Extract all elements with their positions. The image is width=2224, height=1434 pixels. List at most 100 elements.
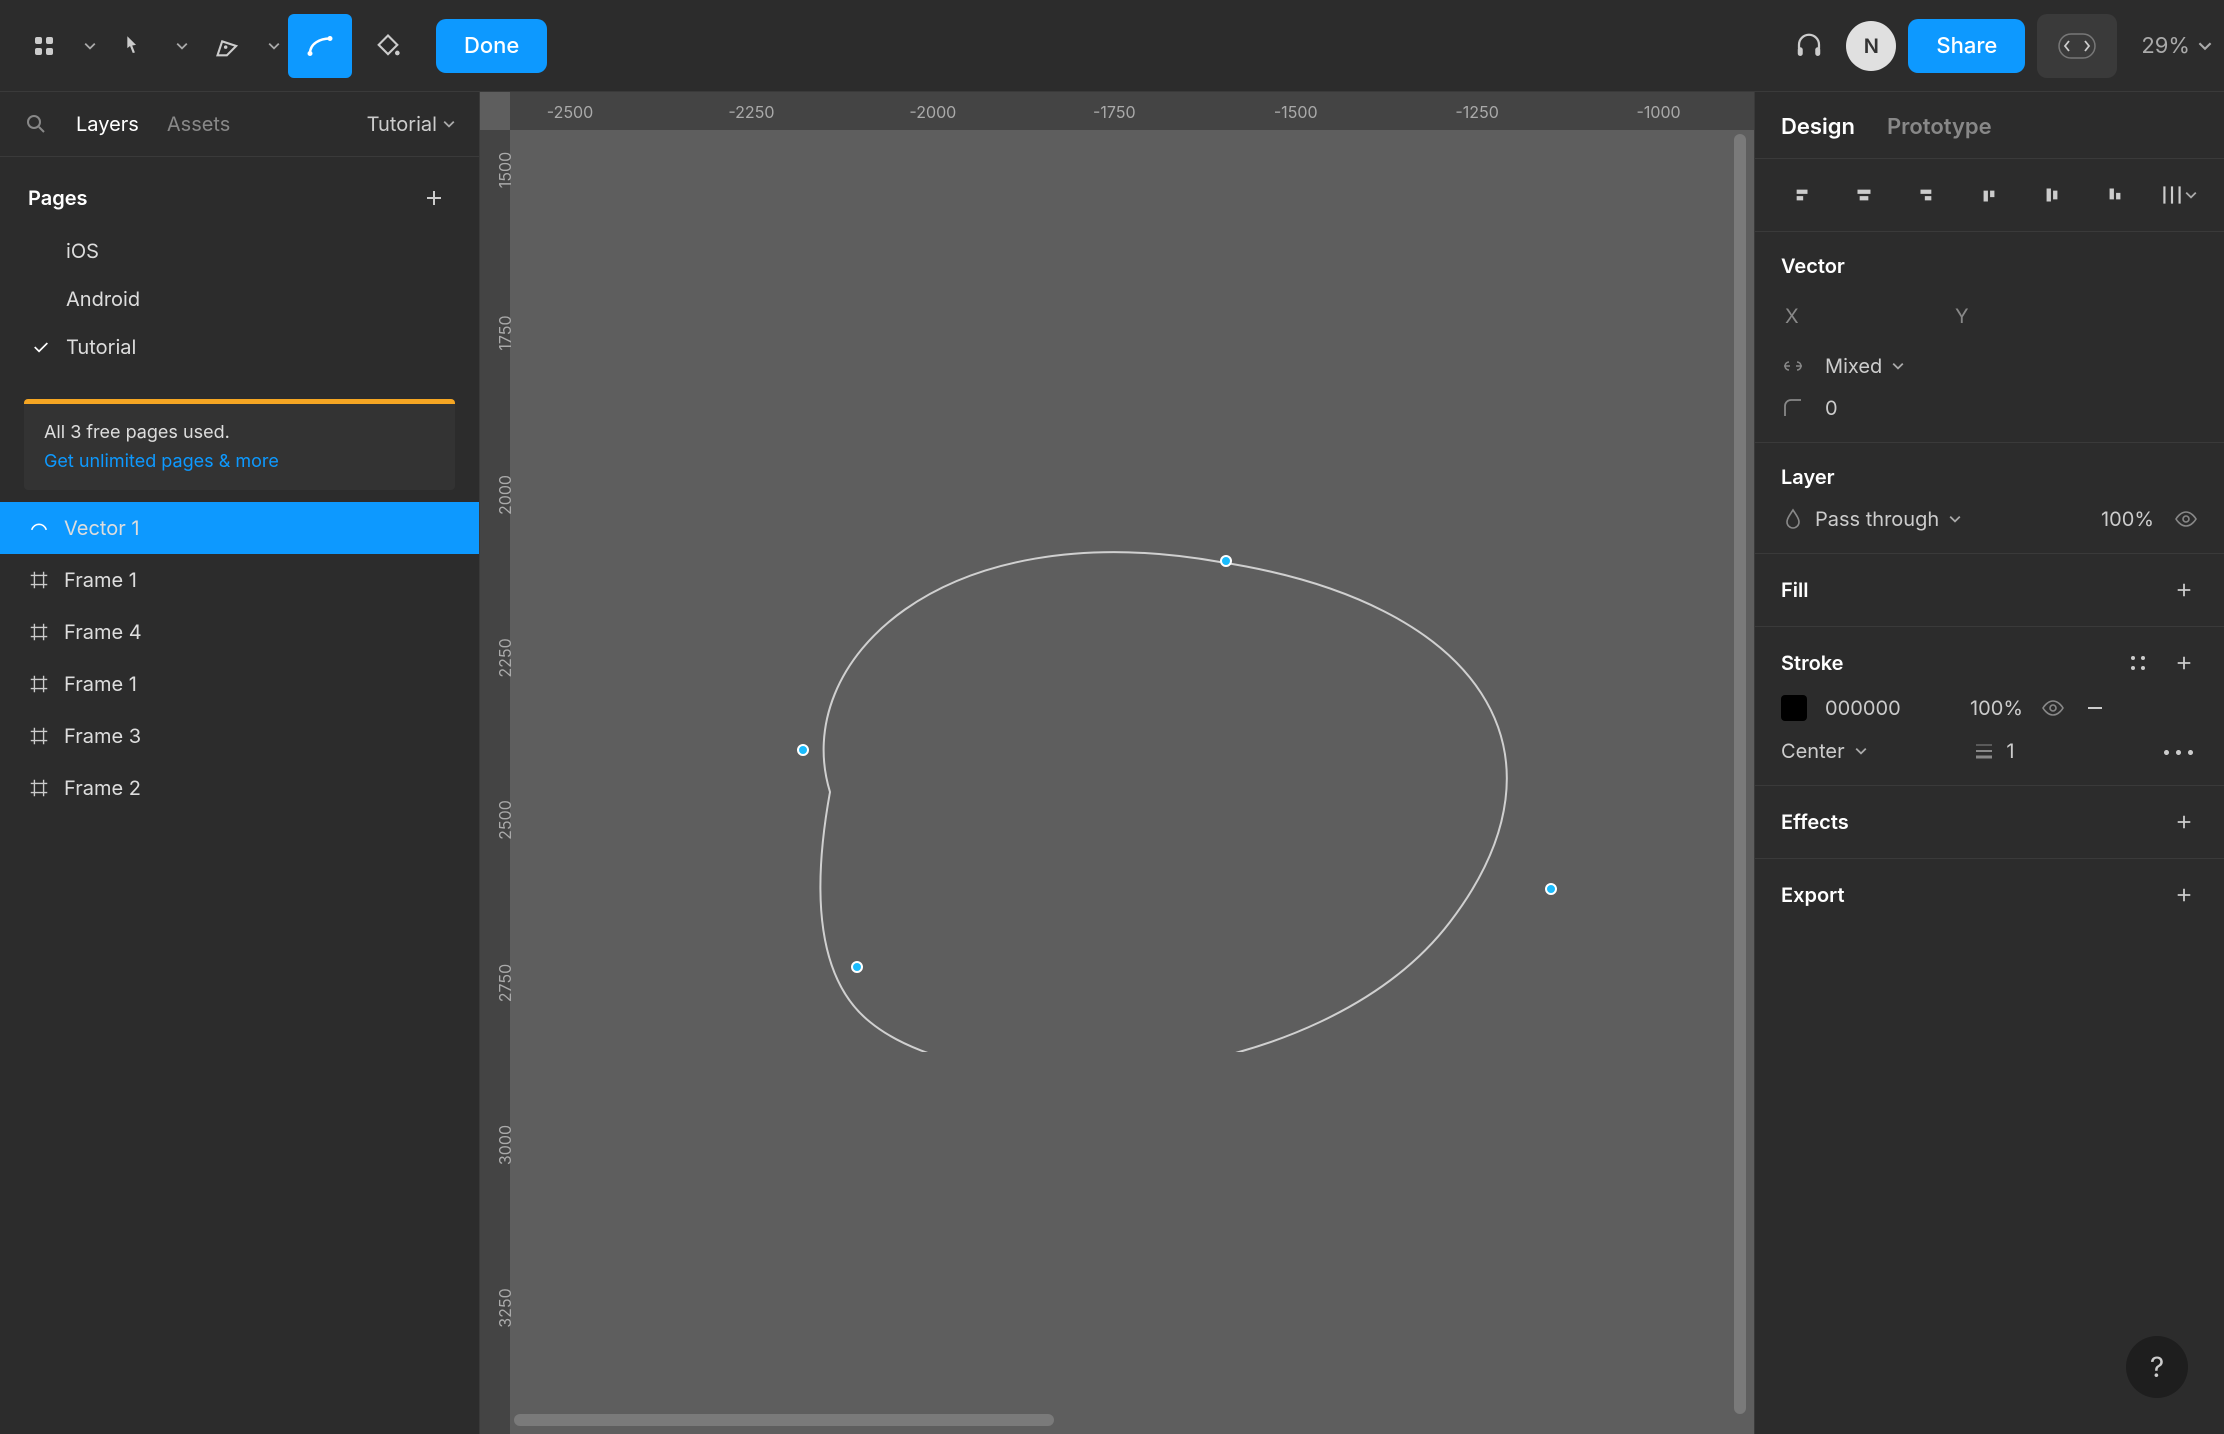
align-bottom-button[interactable] <box>2089 173 2141 217</box>
stroke-align-dropdown[interactable]: Center <box>1781 739 1867 763</box>
blend-mode-dropdown[interactable]: Pass through <box>1781 507 1961 531</box>
pen-icon <box>214 32 242 60</box>
stroke-color-swatch[interactable] <box>1781 695 1807 721</box>
dev-mode-toggle[interactable] <box>2037 14 2117 78</box>
chevron-down-icon <box>1855 745 1867 757</box>
layers-tab[interactable]: Layers <box>76 112 139 136</box>
zoom-value: 29% <box>2141 33 2190 59</box>
prototype-tab[interactable]: Prototype <box>1887 114 1992 158</box>
fill-section-title: Fill <box>1781 578 1808 602</box>
y-input[interactable] <box>1987 304 2097 328</box>
bend-tool[interactable] <box>288 14 352 78</box>
page-item[interactable]: Android <box>0 275 479 323</box>
user-avatar[interactable]: N <box>1846 21 1896 71</box>
align-bottom-icon <box>2102 182 2128 208</box>
file-name-label: Tutorial <box>367 112 437 136</box>
plus-icon <box>424 188 444 208</box>
layer-name: Frame 3 <box>64 724 141 748</box>
ruler-tick: -2000 <box>909 102 956 122</box>
layer-item[interactable]: Vector 1 <box>0 502 479 554</box>
done-button[interactable]: Done <box>436 19 547 73</box>
move-tool[interactable] <box>104 14 168 78</box>
effects-section-title: Effects <box>1781 810 1849 834</box>
stroke-weight-input[interactable] <box>2006 739 2056 763</box>
page-item[interactable]: Tutorial <box>0 323 479 371</box>
style-icon[interactable] <box>2126 651 2150 675</box>
vertical-scrollbar[interactable] <box>1734 134 1746 1414</box>
corner-radius-input[interactable] <box>1825 396 1935 420</box>
ruler-tick: -2500 <box>547 102 594 122</box>
align-hcenter-button[interactable] <box>1838 173 1890 217</box>
align-right-icon <box>1914 182 1940 208</box>
x-input[interactable] <box>1817 304 1927 328</box>
frame-icon <box>28 569 50 591</box>
align-left-icon <box>1788 182 1814 208</box>
layer-opacity-input[interactable] <box>2074 507 2154 531</box>
align-right-button[interactable] <box>1901 173 1953 217</box>
add-fill-button[interactable] <box>2170 576 2198 604</box>
tidy-up-button[interactable] <box>2152 173 2204 217</box>
eye-icon[interactable] <box>2174 507 2198 531</box>
layer-item[interactable]: Frame 1 <box>0 658 479 710</box>
voice-button[interactable] <box>1784 21 1834 71</box>
add-stroke-button[interactable] <box>2170 649 2198 677</box>
eye-icon[interactable] <box>2041 696 2065 720</box>
ruler-tick: -2250 <box>728 102 774 122</box>
assets-tab[interactable]: Assets <box>167 112 230 136</box>
vector-node[interactable] <box>797 744 809 756</box>
align-top-button[interactable] <box>1963 173 2015 217</box>
vector-node[interactable] <box>1545 883 1557 895</box>
droplet-icon <box>1781 507 1805 531</box>
main-menu-chevron[interactable] <box>80 14 100 78</box>
layer-item[interactable]: Frame 2 <box>0 762 479 814</box>
stroke-advanced-button[interactable]: ••• <box>2162 741 2198 761</box>
upgrade-text: All 3 free pages used. <box>44 422 435 443</box>
ruler-tick: 2000 <box>495 475 515 515</box>
add-export-button[interactable] <box>2170 881 2198 909</box>
ruler-tick: -1000 <box>1636 102 1680 122</box>
layer-item[interactable]: Frame 3 <box>0 710 479 762</box>
paint-bucket-tool[interactable] <box>356 14 420 78</box>
plus-icon <box>2175 654 2193 672</box>
ruler-tick: 1750 <box>495 315 515 350</box>
add-page-button[interactable] <box>417 181 451 215</box>
search-icon[interactable] <box>24 112 48 136</box>
add-effect-button[interactable] <box>2170 808 2198 836</box>
vector-node[interactable] <box>851 961 863 973</box>
chevron-down-icon <box>84 40 96 52</box>
canvas[interactable]: -2500-2250-2000-1750-1500-1250-1000-750 … <box>480 92 1754 1434</box>
pen-tool-chevron[interactable] <box>264 14 284 78</box>
plus-icon <box>2175 886 2193 904</box>
align-vcenter-button[interactable] <box>2026 173 2078 217</box>
align-left-button[interactable] <box>1775 173 1827 217</box>
upgrade-link[interactable]: Get unlimited pages & more <box>44 451 435 472</box>
vector-node[interactable] <box>1220 555 1232 567</box>
help-button[interactable]: ? <box>2126 1336 2188 1398</box>
corner-radius-icon <box>1781 396 1805 420</box>
x-label: X <box>1785 304 1807 328</box>
chevron-down-icon <box>1892 360 1904 372</box>
zoom-menu[interactable]: 29% <box>2141 33 2212 59</box>
pen-tool[interactable] <box>196 14 260 78</box>
share-button[interactable]: Share <box>1908 19 2025 73</box>
layer-item[interactable]: Frame 1 <box>0 554 479 606</box>
horizontal-scrollbar[interactable] <box>514 1414 1054 1426</box>
ruler-tick: 2500 <box>495 800 515 840</box>
layer-item[interactable]: Frame 4 <box>0 606 479 658</box>
page-item[interactable]: iOS <box>0 227 479 275</box>
export-section-title: Export <box>1781 883 1845 907</box>
move-tool-chevron[interactable] <box>172 14 192 78</box>
ruler-tick: 1500 <box>495 152 515 188</box>
minus-icon[interactable] <box>2083 696 2107 720</box>
frame-icon <box>28 777 50 799</box>
stroke-opacity-input[interactable] <box>1943 696 2023 720</box>
main-menu-button[interactable] <box>12 14 76 78</box>
vector-icon <box>28 517 50 539</box>
file-name-dropdown[interactable]: Tutorial <box>367 112 455 136</box>
blend-mode-value: Pass through <box>1815 507 1939 531</box>
constraints-dropdown[interactable]: Mixed <box>1825 354 1904 378</box>
stroke-hex-input[interactable] <box>1825 696 1925 720</box>
cursor-icon <box>123 33 149 59</box>
chevron-down-icon <box>443 118 455 130</box>
design-tab[interactable]: Design <box>1781 114 1855 158</box>
